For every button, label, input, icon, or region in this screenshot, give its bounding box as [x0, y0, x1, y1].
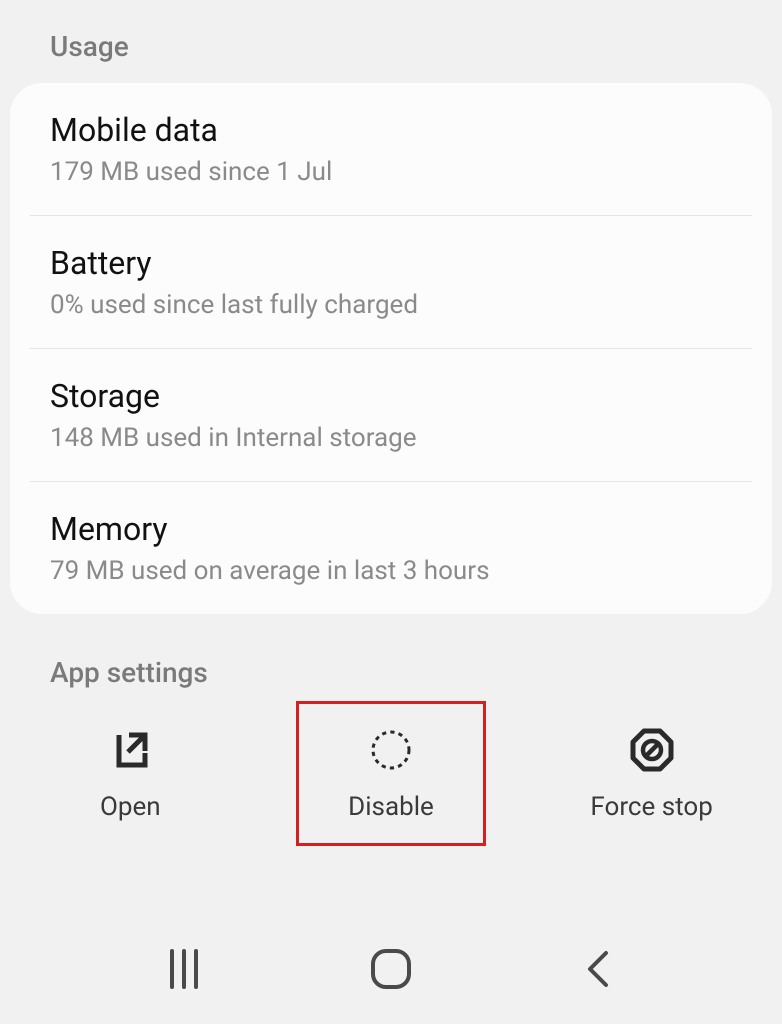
- recents-icon: [166, 949, 202, 989]
- back-icon: [584, 947, 612, 991]
- recents-button[interactable]: [154, 944, 214, 994]
- storage-item[interactable]: Storage 148 MB used in Internal storage: [10, 349, 772, 481]
- disable-label: Disable: [348, 792, 434, 822]
- memory-subtitle: 79 MB used on average in last 3 hours: [50, 556, 732, 586]
- open-label: Open: [100, 792, 161, 822]
- memory-title: Memory: [50, 510, 732, 548]
- usage-card: Mobile data 179 MB used since 1 Jul Batt…: [10, 83, 772, 614]
- navigation-bar: [0, 924, 782, 1014]
- storage-title: Storage: [50, 377, 732, 415]
- usage-section-header: Usage: [0, 0, 782, 83]
- force-stop-label: Force stop: [590, 792, 712, 822]
- force-stop-icon: [628, 726, 676, 774]
- open-icon: [106, 726, 154, 774]
- open-button[interactable]: Open: [35, 701, 225, 846]
- disable-icon: [367, 726, 415, 774]
- app-settings-header: App settings: [0, 614, 782, 689]
- battery-item[interactable]: Battery 0% used since last fully charged: [10, 216, 772, 348]
- memory-item[interactable]: Memory 79 MB used on average in last 3 h…: [10, 482, 772, 614]
- home-button[interactable]: [361, 944, 421, 994]
- home-icon: [369, 947, 413, 991]
- mobile-data-item[interactable]: Mobile data 179 MB used since 1 Jul: [10, 83, 772, 215]
- battery-subtitle: 0% used since last fully charged: [50, 290, 732, 320]
- force-stop-button[interactable]: Force stop: [557, 701, 747, 846]
- back-button[interactable]: [568, 944, 628, 994]
- storage-subtitle: 148 MB used in Internal storage: [50, 423, 732, 453]
- disable-button[interactable]: Disable: [296, 701, 486, 846]
- mobile-data-title: Mobile data: [50, 111, 732, 149]
- battery-title: Battery: [50, 244, 732, 282]
- action-bar: Open Disable Force stop: [0, 681, 782, 876]
- mobile-data-subtitle: 179 MB used since 1 Jul: [50, 157, 732, 187]
